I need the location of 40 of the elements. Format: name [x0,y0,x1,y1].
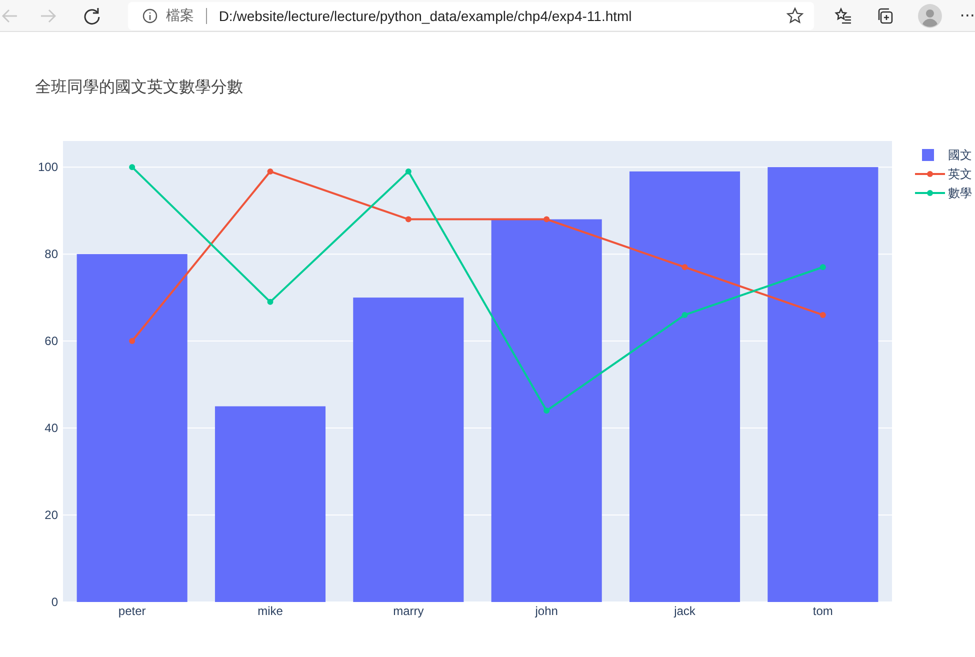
data-point [682,312,688,318]
refresh-icon[interactable] [82,6,102,26]
data-point [820,264,826,270]
legend-label: 國文 [948,148,972,162]
url-text: D:/website/lecture/lecture/python_data/example/chp4/exp4-11.html [218,8,633,24]
axis-tick-label: 100 [38,160,58,174]
address-bar[interactable]: 檔案 D:/website/lecture/lecture/python_data/example/chp4/exp4-11.html [128,2,814,30]
data-point [129,164,136,170]
more-menu[interactable]: ··· [960,6,975,25]
axis-tick-label: tom [812,604,833,618]
data-point [544,408,550,414]
security-label: 檔案 [166,6,194,24]
chart-title: 全班同學的國文英文數學分數 [35,77,243,96]
avatar-icon[interactable] [918,4,942,28]
axis-tick-label: jack [674,604,696,618]
info-icon[interactable] [142,8,158,24]
axis-tick-label: 40 [44,421,58,436]
collections-icon[interactable] [876,6,894,24]
data-point [682,264,688,270]
legend-line-icon[interactable] [915,190,945,196]
axis-tick-label: peter [118,604,146,618]
axis-tick-label: mike [258,604,283,618]
data-point [267,298,274,305]
favorites-icon[interactable] [834,6,852,24]
data-point [544,216,550,222]
legend-label: 數學 [948,186,972,200]
legend-label: 英文 [948,167,972,181]
legend-line-icon[interactable] [915,171,945,177]
data-point [267,168,274,174]
data-point [405,216,412,222]
data-point [405,168,412,174]
axis-tick-label: 0 [51,595,58,609]
data-point [820,312,826,318]
axis-tick-label: 20 [44,508,58,522]
axis-tick-label: 80 [44,247,58,262]
axis-tick-label: 60 [44,334,58,348]
axis-tick-label: john [535,604,558,618]
axis-tick-label: marry [393,604,424,618]
star-icon[interactable] [786,6,804,24]
data-point [129,338,136,344]
